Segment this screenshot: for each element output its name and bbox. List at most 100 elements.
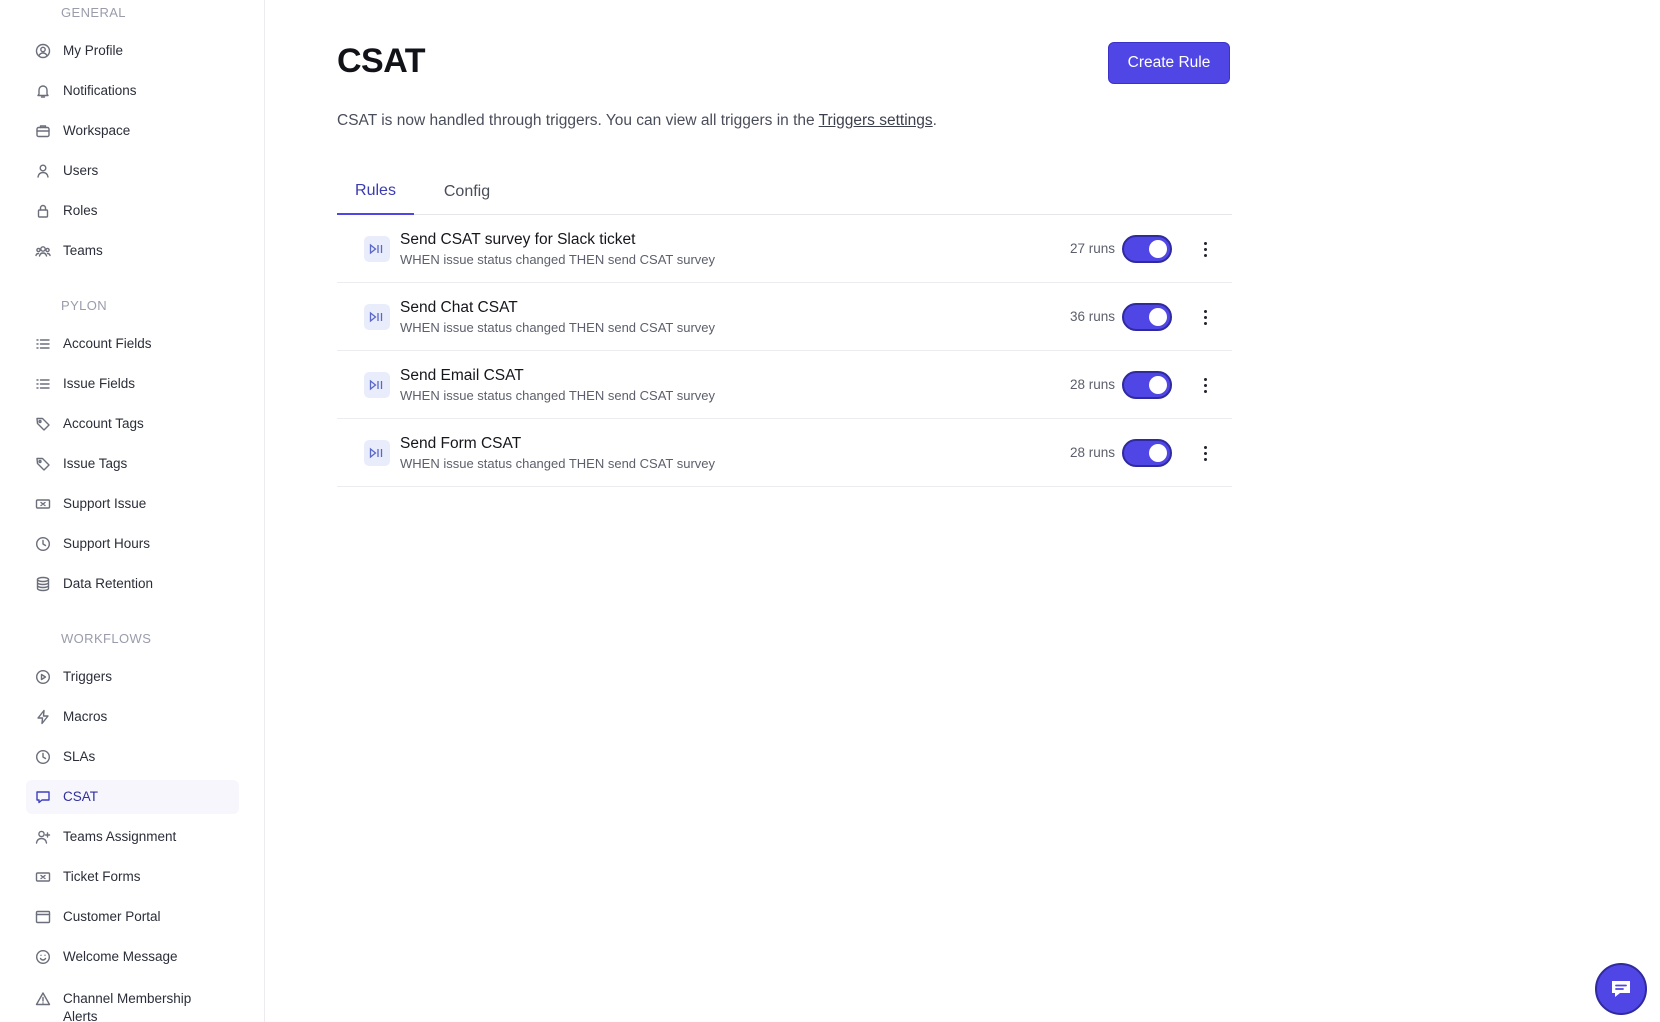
- rule-workflow-icon: [364, 440, 390, 466]
- rule-row[interactable]: Send CSAT survey for Slack ticket WHEN i…: [337, 215, 1232, 283]
- more-options-icon[interactable]: [1195, 373, 1215, 397]
- rule-runs: 27 runs: [1069, 241, 1115, 256]
- rules-list: Send CSAT survey for Slack ticket WHEN i…: [337, 215, 1232, 487]
- toggle-knob: [1149, 308, 1167, 326]
- rule-runs: 36 runs: [1069, 309, 1115, 324]
- message-icon: [34, 788, 52, 806]
- rule-subtitle: WHEN issue status changed THEN send CSAT…: [400, 388, 716, 403]
- page-description: CSAT is now handled through triggers. Yo…: [337, 112, 937, 130]
- rule-row[interactable]: Send Email CSAT WHEN issue status change…: [337, 351, 1232, 419]
- section-label-pylon: PYLON: [61, 298, 108, 313]
- sidebar-item-channel-membership-alerts[interactable]: Channel Membership Alerts: [26, 986, 239, 1022]
- create-rule-button[interactable]: Create Rule: [1108, 42, 1230, 84]
- sidebar-item-label: Account Fields: [63, 336, 152, 351]
- sidebar-item-csat[interactable]: CSAT: [26, 780, 239, 814]
- sidebar-item-label: Channel Membership Alerts: [63, 991, 192, 1022]
- list-icon: [34, 335, 52, 353]
- rule-row[interactable]: Send Form CSAT WHEN issue status changed…: [337, 419, 1232, 487]
- sidebar-item-label: Triggers: [63, 669, 113, 684]
- triggers-settings-link[interactable]: Triggers settings: [819, 112, 933, 129]
- sidebar-item-workspace[interactable]: Workspace: [26, 114, 239, 148]
- sidebar-item-label: Users: [63, 163, 99, 178]
- sidebar-item-label: Data Retention: [63, 576, 154, 591]
- sidebar-item-notifications[interactable]: Notifications: [26, 74, 239, 108]
- rule-enabled-toggle[interactable]: [1122, 235, 1172, 263]
- ticket-icon: [34, 868, 52, 886]
- clock-icon: [34, 748, 52, 766]
- section-label-general: GENERAL: [61, 5, 126, 20]
- rule-subtitle: WHEN issue status changed THEN send CSAT…: [400, 456, 716, 471]
- user-plus-icon: [34, 828, 52, 846]
- section-label-workflows: WORKFLOWS: [61, 631, 152, 646]
- sidebar-item-account-tags[interactable]: Account Tags: [26, 407, 239, 441]
- page-title: CSAT: [337, 42, 426, 80]
- rule-subtitle: WHEN issue status changed THEN send CSAT…: [400, 320, 716, 335]
- tag-icon: [34, 415, 52, 433]
- sidebar-item-macros[interactable]: Macros: [26, 700, 239, 734]
- sidebar-item-slas[interactable]: SLAs: [26, 740, 239, 774]
- sidebar-item-triggers[interactable]: Triggers: [26, 660, 239, 694]
- sidebar-item-label: Issue Tags: [63, 456, 128, 471]
- tab-config[interactable]: Config: [422, 168, 512, 215]
- sidebar-item-label: Teams Assignment: [63, 829, 177, 844]
- rule-enabled-toggle[interactable]: [1122, 303, 1172, 331]
- more-options-icon[interactable]: [1195, 237, 1215, 261]
- more-options-icon[interactable]: [1195, 441, 1215, 465]
- bell-icon: [34, 82, 52, 100]
- sidebar-item-label: Support Issue: [63, 496, 147, 511]
- sidebar-item-issue-tags[interactable]: Issue Tags: [26, 447, 239, 481]
- rule-title: Send Chat CSAT: [400, 299, 518, 316]
- sidebar-item-my-profile[interactable]: My Profile: [26, 34, 239, 68]
- tab-bar: Rules Config: [337, 168, 1232, 215]
- sidebar-item-label: Roles: [63, 203, 98, 218]
- tab-rules[interactable]: Rules: [337, 168, 414, 215]
- sidebar-item-support-hours[interactable]: Support Hours: [26, 527, 239, 561]
- user-circle-icon: [34, 42, 52, 60]
- sidebar-item-roles[interactable]: Roles: [26, 194, 239, 228]
- warning-icon: [34, 990, 52, 1008]
- sidebar-item-users[interactable]: Users: [26, 154, 239, 188]
- sidebar-item-welcome-message[interactable]: Welcome Message: [26, 940, 239, 974]
- users-icon: [34, 242, 52, 260]
- sidebar-item-label: Welcome Message: [63, 949, 178, 964]
- rule-workflow-icon: [364, 304, 390, 330]
- sidebar-item-label: Account Tags: [63, 416, 144, 431]
- rule-title: Send Form CSAT: [400, 435, 522, 452]
- clock-icon: [34, 535, 52, 553]
- rule-title: Send CSAT survey for Slack ticket: [400, 231, 636, 248]
- sidebar-item-support-issue[interactable]: Support Issue: [26, 487, 239, 521]
- sidebar-item-label: Notifications: [63, 83, 137, 98]
- ticket-icon: [34, 495, 52, 513]
- sidebar-item-teams-assignment[interactable]: Teams Assignment: [26, 820, 239, 854]
- browser-icon: [34, 908, 52, 926]
- sidebar-item-data-retention[interactable]: Data Retention: [26, 567, 239, 601]
- bolt-icon: [34, 708, 52, 726]
- sidebar-item-label: Teams: [63, 243, 103, 258]
- sidebar-item-label: SLAs: [63, 749, 96, 764]
- rule-row[interactable]: Send Chat CSAT WHEN issue status changed…: [337, 283, 1232, 351]
- toggle-knob: [1149, 444, 1167, 462]
- sidebar-item-customer-portal[interactable]: Customer Portal: [26, 900, 239, 934]
- rule-title: Send Email CSAT: [400, 367, 524, 384]
- sidebar-item-account-fields[interactable]: Account Fields: [26, 327, 239, 361]
- sidebar-item-label: Issue Fields: [63, 376, 136, 391]
- more-options-icon[interactable]: [1195, 305, 1215, 329]
- tag-icon: [34, 455, 52, 473]
- database-icon: [34, 575, 52, 593]
- rule-runs: 28 runs: [1069, 445, 1115, 460]
- sidebar-item-label: My Profile: [63, 43, 124, 58]
- settings-sidebar: GENERAL My Profile Notifications Workspa…: [0, 0, 265, 1022]
- description-text: CSAT is now handled through triggers. Yo…: [337, 112, 819, 129]
- user-icon: [34, 162, 52, 180]
- sidebar-item-label: CSAT: [63, 789, 99, 804]
- rule-enabled-toggle[interactable]: [1122, 439, 1172, 467]
- sidebar-item-label: Workspace: [63, 123, 131, 138]
- sidebar-item-issue-fields[interactable]: Issue Fields: [26, 367, 239, 401]
- list-icon: [34, 375, 52, 393]
- chat-support-button[interactable]: [1595, 963, 1647, 1015]
- rule-enabled-toggle[interactable]: [1122, 371, 1172, 399]
- play-circle-icon: [34, 668, 52, 686]
- sidebar-item-teams[interactable]: Teams: [26, 234, 239, 268]
- briefcase-icon: [34, 122, 52, 140]
- sidebar-item-ticket-forms[interactable]: Ticket Forms: [26, 860, 239, 894]
